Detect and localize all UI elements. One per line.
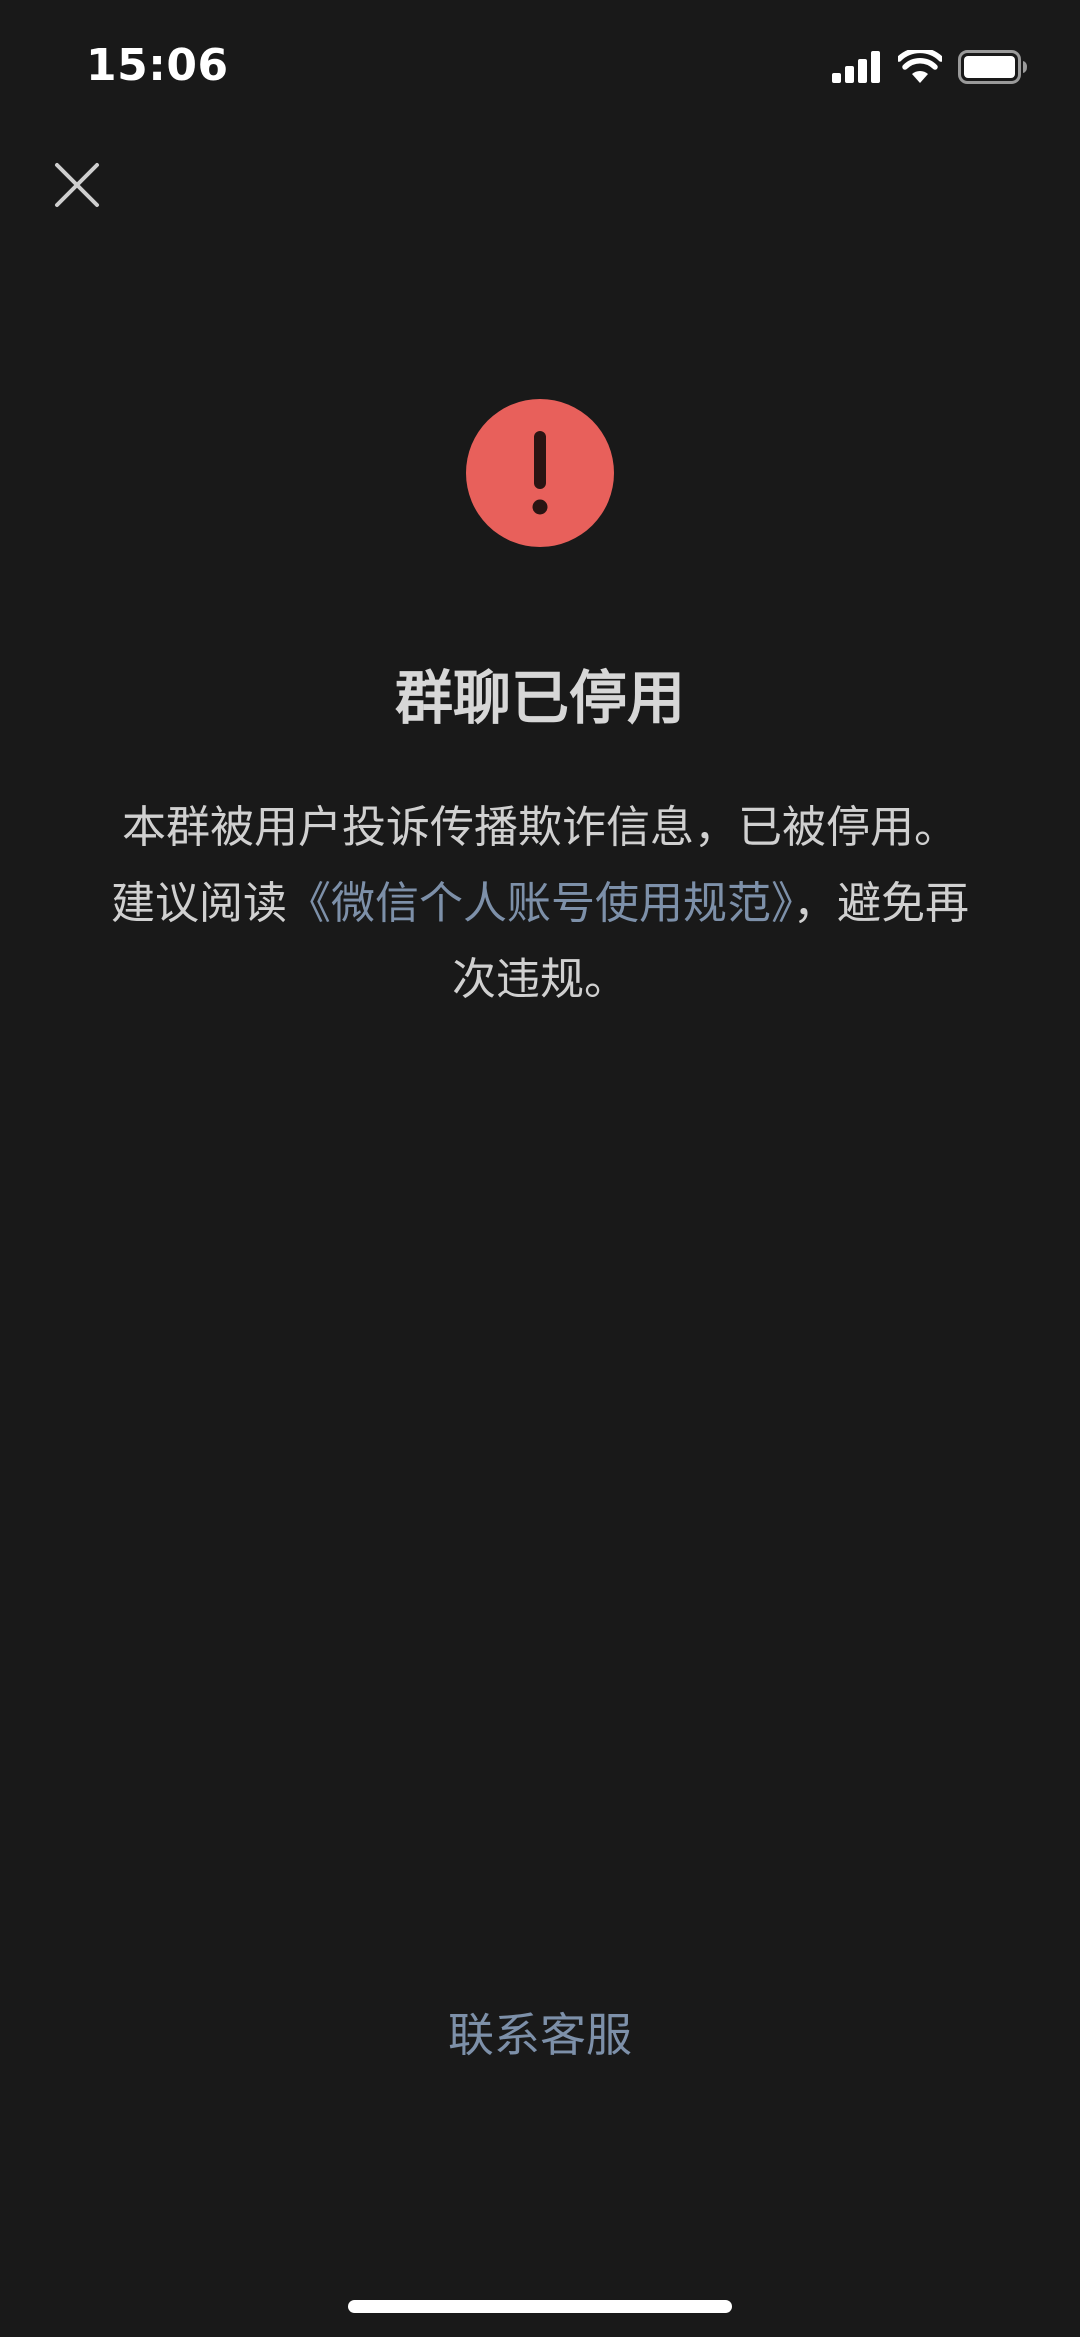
exclamation-icon xyxy=(466,399,614,547)
page-title: 群聊已停用 xyxy=(394,664,685,732)
contact-support-link[interactable]: 联系客服 xyxy=(0,2000,1080,2070)
status-icons xyxy=(832,50,1028,84)
battery-icon xyxy=(958,50,1028,84)
wifi-icon xyxy=(898,50,942,84)
description: 本群被用户投诉传播欺诈信息，已被停用。 建议阅读《微信个人账号使用规范》，避免再… xyxy=(96,790,984,1018)
status-time: 15:06 xyxy=(86,40,229,91)
home-indicator[interactable] xyxy=(348,2300,732,2313)
close-button[interactable] xyxy=(40,150,114,224)
alert-icon xyxy=(466,399,614,547)
close-icon xyxy=(54,162,100,212)
cellular-signal-icon xyxy=(832,51,882,83)
rules-link[interactable]: 《微信个人账号使用规范》 xyxy=(287,878,793,929)
status-bar: 15:06 xyxy=(0,0,1080,136)
